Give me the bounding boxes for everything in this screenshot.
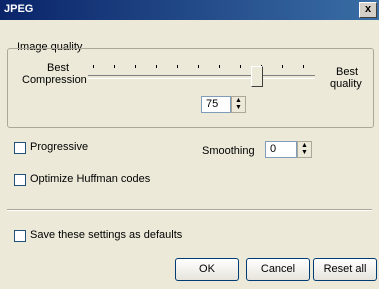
- huffman-checkbox[interactable]: [14, 174, 26, 186]
- smoothing-label: Smoothing: [202, 145, 255, 157]
- progressive-checkbox[interactable]: [14, 142, 26, 154]
- best-quality-label-line1: Best: [336, 66, 359, 78]
- smoothing-input[interactable]: 0: [265, 141, 297, 158]
- slider-tick: [219, 65, 220, 68]
- slider-tick: [198, 65, 199, 68]
- slider-thumb[interactable]: [251, 66, 263, 87]
- save-defaults-label: Save these settings as defaults: [30, 229, 183, 241]
- best-compression-label-line2: Compression: [22, 74, 87, 86]
- jpeg-dialog: JPEG x Image quality Best Compression Be…: [0, 0, 379, 289]
- close-icon[interactable]: x: [359, 2, 377, 18]
- huffman-label: Optimize Huffman codes: [30, 173, 151, 185]
- slider-tick: [135, 65, 136, 68]
- progressive-label: Progressive: [30, 141, 89, 153]
- window-title: JPEG: [4, 3, 34, 15]
- spin-down-icon[interactable]: ▼: [298, 149, 311, 156]
- spin-up-icon[interactable]: ▲: [298, 142, 311, 149]
- slider-track[interactable]: [88, 75, 315, 79]
- slider-tick: [93, 65, 94, 68]
- spin-down-icon[interactable]: ▼: [232, 104, 245, 111]
- slider-tick: [282, 65, 283, 68]
- cancel-button[interactable]: Cancel: [246, 258, 310, 281]
- smoothing-spinner[interactable]: ▲ ▼: [297, 141, 312, 158]
- best-quality-label-line2: quality: [330, 78, 362, 90]
- slider-tick: [114, 65, 115, 68]
- slider-tick: [156, 65, 157, 68]
- title-bar[interactable]: JPEG x: [0, 0, 379, 20]
- separator: [7, 209, 372, 211]
- ok-button[interactable]: OK: [175, 258, 239, 281]
- slider-tick: [303, 65, 304, 68]
- save-defaults-checkbox[interactable]: [14, 230, 26, 242]
- slider-tick: [240, 65, 241, 68]
- image-quality-groupbox: [7, 48, 374, 128]
- quality-spinner[interactable]: ▲ ▼: [231, 96, 246, 113]
- spin-up-icon[interactable]: ▲: [232, 97, 245, 104]
- reset-all-button[interactable]: Reset all: [313, 258, 377, 281]
- best-compression-label-line1: Best: [47, 62, 70, 74]
- quality-input[interactable]: 75: [201, 96, 231, 113]
- slider-tick: [177, 65, 178, 68]
